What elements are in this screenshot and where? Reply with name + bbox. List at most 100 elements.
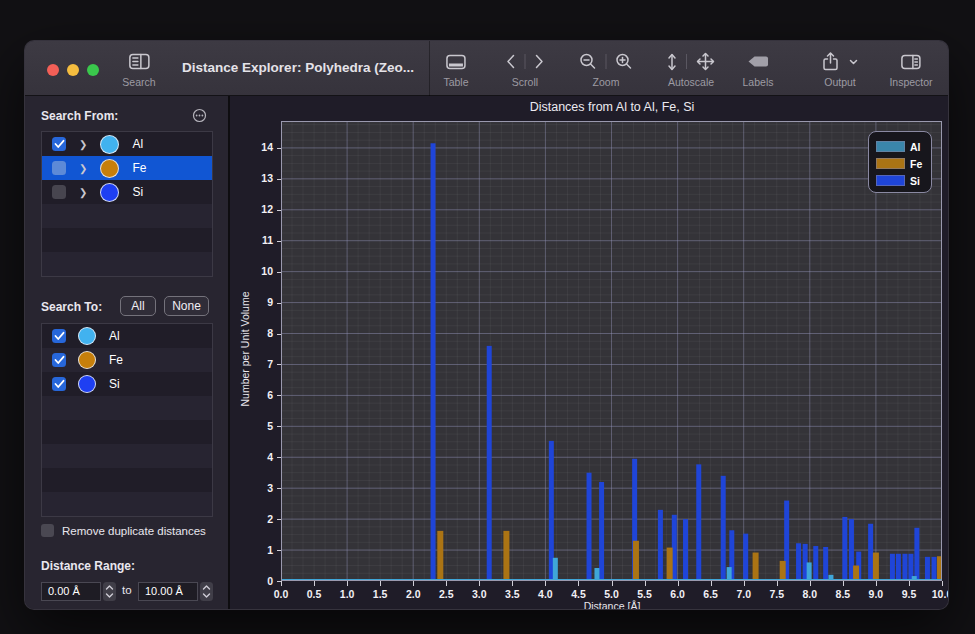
x-tick-mark [446, 581, 447, 586]
toolbar-search-label: Search [122, 76, 155, 88]
toolbar-scroll-buttons[interactable]: Scroll [507, 48, 544, 88]
x-tick-label: 6.5 [703, 588, 718, 600]
checkbox-al[interactable] [52, 137, 66, 151]
checkbox-si[interactable] [52, 185, 66, 199]
x-tick-label: 0.5 [307, 588, 322, 600]
list-item-si[interactable]: ❯ Si [42, 180, 212, 204]
x-tick-label: 8.0 [802, 588, 817, 600]
checkbox-fe[interactable] [52, 353, 66, 367]
x-tick-label: 10.0 [932, 588, 949, 600]
bar-si [868, 524, 873, 581]
sidebar: Search From: ❯Al❯Fe❯Si Search To: All No… [25, 96, 229, 610]
bar-si [925, 557, 930, 581]
bar-si [587, 473, 592, 581]
search-to-header: Search To: [41, 300, 102, 314]
legend-label: Al [910, 141, 921, 153]
y-tick-mark [277, 272, 281, 273]
desktop-background: Search Distance Explorer: Polyhedra (Zeo… [0, 0, 975, 634]
bar-si [813, 546, 818, 581]
element-color-circle [78, 327, 96, 345]
close-button[interactable] [47, 64, 59, 76]
x-tick-mark [678, 581, 679, 586]
distance-min-field[interactable]: 0.00 Å [41, 582, 101, 601]
checkbox-al[interactable] [52, 329, 66, 343]
chevron-left-icon [507, 54, 516, 69]
distance-min-stepper[interactable] [103, 582, 116, 601]
bar-fe [633, 541, 639, 581]
x-tick-label: 4.0 [538, 588, 553, 600]
chart-title: Distances from Al to Al, Fe, Si [530, 100, 695, 114]
toolbar-output-button[interactable]: Output [822, 48, 858, 88]
inspector-panel-icon [889, 48, 932, 75]
x-tick-mark [711, 581, 712, 586]
y-tick-mark [277, 519, 281, 520]
bar-si [890, 554, 895, 581]
list-empty-row [42, 252, 212, 276]
disclosure-chevron-icon[interactable]: ❯ [79, 187, 87, 198]
toolbar-search-button[interactable]: Search [122, 48, 155, 88]
element-label: Fe [132, 161, 146, 175]
x-tick-label: 2.5 [439, 588, 454, 600]
bar-fe [503, 531, 509, 581]
x-tick-mark [876, 581, 877, 586]
x-tick-mark [347, 581, 348, 586]
element-color-circle [100, 159, 119, 178]
titlebar: Search Distance Explorer: Polyhedra (Zeo… [25, 41, 948, 96]
bar-fe [667, 548, 673, 581]
element-color-circle [100, 135, 119, 154]
bar-al [807, 562, 812, 581]
legend-label: Si [910, 175, 920, 187]
list-item-fe[interactable]: Fe [42, 348, 212, 372]
y-tick-mark [277, 179, 281, 180]
list-empty-row [42, 396, 212, 420]
toolbar-inspector-button[interactable]: Inspector [889, 48, 932, 88]
remove-duplicates-checkbox[interactable] [41, 524, 54, 537]
distance-max-field[interactable]: 10.00 Å [138, 582, 198, 601]
x-tick-mark [744, 581, 745, 586]
bar-si [796, 543, 801, 581]
bar-fe [780, 561, 786, 581]
range-to-label: to [122, 584, 132, 596]
distance-max-stepper[interactable] [200, 582, 213, 601]
zoom-out-icon [580, 53, 597, 70]
minimize-button[interactable] [67, 64, 79, 76]
toolbar-autoscale-buttons[interactable]: Autoscale [667, 48, 715, 88]
app-window: Search Distance Explorer: Polyhedra (Zeo… [24, 40, 949, 610]
list-item-fe[interactable]: ❯ Fe [42, 156, 212, 180]
more-options-icon[interactable] [192, 108, 207, 123]
legend-entry-al: Al [876, 139, 931, 154]
select-none-button[interactable]: None [164, 296, 209, 316]
toolbar-table-button[interactable]: Table [443, 48, 468, 88]
toolbar-output-label: Output [822, 76, 858, 88]
bar-si [842, 517, 847, 581]
legend-swatch [876, 141, 905, 152]
titlebar-separator [429, 41, 430, 96]
y-tick-label: 3 [233, 482, 273, 494]
toolbar-labels-button[interactable]: Labels [743, 48, 774, 88]
list-item-si[interactable]: Si [42, 372, 212, 396]
window-title: Distance Explorer: Polyhedra (Zeo... [182, 60, 414, 75]
select-all-button[interactable]: All [120, 296, 156, 316]
y-tick-label: 1 [233, 544, 273, 556]
disclosure-chevron-icon[interactable]: ❯ [79, 163, 87, 174]
disclosure-chevron-icon[interactable]: ❯ [79, 139, 87, 150]
list-item-al[interactable]: ❯ Al [42, 132, 212, 156]
x-tick-label: 9.5 [902, 588, 917, 600]
x-tick-mark [578, 581, 579, 586]
plot-area[interactable] [281, 121, 942, 581]
checkbox-fe[interactable] [52, 161, 66, 175]
element-label: Al [132, 137, 143, 151]
list-item-al[interactable]: Al [42, 324, 212, 348]
element-label: Si [132, 185, 143, 199]
element-label: Fe [109, 353, 123, 367]
x-tick-mark [843, 581, 844, 586]
share-icon [822, 52, 839, 71]
checkbox-si[interactable] [52, 377, 66, 391]
y-tick-mark [277, 395, 281, 396]
y-tick-mark [277, 210, 281, 211]
bar-fe [873, 553, 879, 581]
zoom-window-button[interactable] [87, 64, 99, 76]
toolbar-zoom-buttons[interactable]: Zoom [580, 48, 633, 88]
x-tick-mark [810, 581, 811, 586]
bar-si [902, 554, 907, 581]
